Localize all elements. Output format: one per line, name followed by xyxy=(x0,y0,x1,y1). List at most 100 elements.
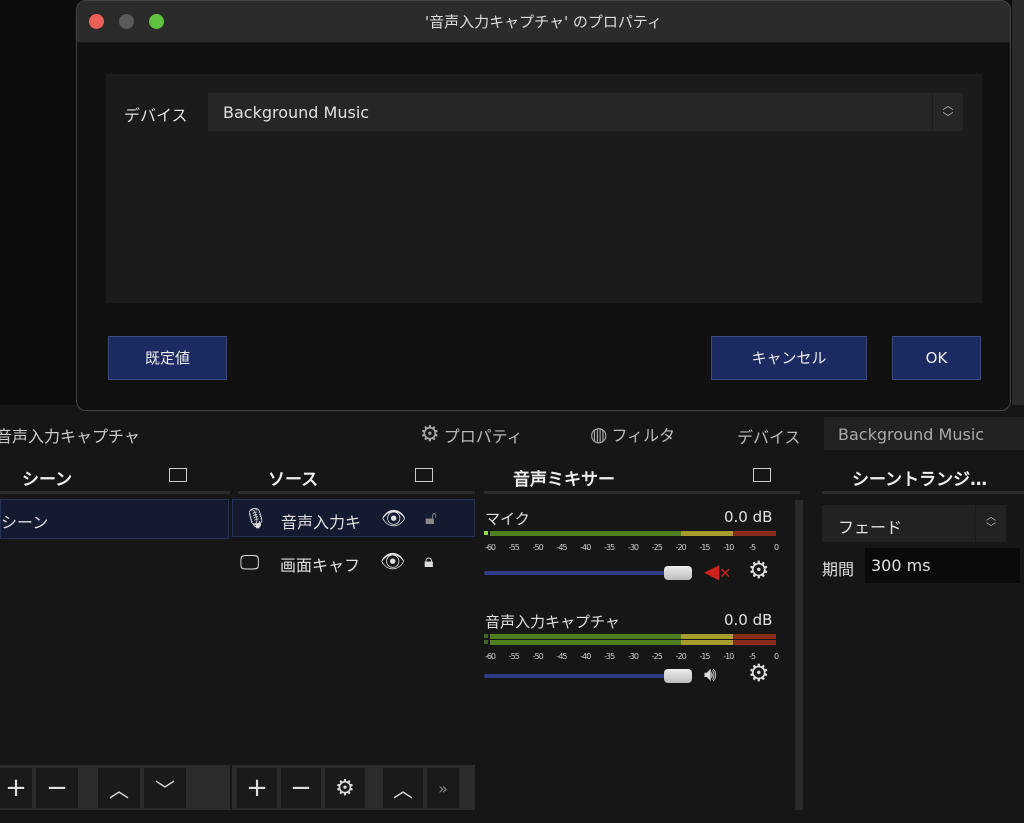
filter-icon: ◍ xyxy=(590,422,608,446)
volume-slider-handle[interactable] xyxy=(664,566,692,580)
meter-tick-label: -40 xyxy=(580,543,591,552)
sources-title: ソース xyxy=(268,470,319,490)
move-scene-up-button[interactable]: ︿ xyxy=(98,768,140,808)
volume-slider-handle[interactable] xyxy=(664,669,692,683)
defaults-button[interactable]: 既定値 xyxy=(108,336,227,380)
dialog-title: '音声入力キャプチャ' のプロパティ xyxy=(425,13,662,31)
selected-source-name: 音声入力キャプチャ xyxy=(0,427,140,446)
meter-tick-label: -60 xyxy=(484,652,496,661)
meter-tick-label: -40 xyxy=(580,652,591,661)
eye-icon[interactable]: 👁︎ xyxy=(381,506,406,530)
remove-source-button[interactable]: − xyxy=(281,768,321,808)
microphone-icon: 🎙︎ xyxy=(243,506,269,530)
source-name: 画面キャフ xyxy=(280,556,361,575)
meter-red-segment xyxy=(733,640,776,645)
volume-slider[interactable] xyxy=(484,674,684,678)
device-label: デバイス xyxy=(124,106,188,125)
source-properties-gear-icon[interactable]: ⚙ xyxy=(325,768,365,808)
add-scene-button[interactable]: + xyxy=(0,768,32,808)
transition-select[interactable]: フェード ︿ ﹀ xyxy=(822,505,1006,542)
meter-red-segment xyxy=(733,531,776,536)
meter-tick-label: -10 xyxy=(723,543,734,552)
meter-tick-label: 0 xyxy=(773,543,779,552)
meter-yellow-segment xyxy=(680,640,734,645)
meter-green-segment xyxy=(490,531,681,536)
updown-chevron-icon: ︿ ﹀ xyxy=(975,505,1006,542)
meter-red-segment xyxy=(733,634,776,639)
mixer-scrollbar[interactable] xyxy=(795,500,803,810)
meter-tick-label: -35 xyxy=(604,543,615,552)
source-item[interactable]: 🖵 画面キャフ 👁︎ 🔒︎ xyxy=(232,543,475,581)
meter-tick-label: -25 xyxy=(651,652,663,661)
source-item[interactable]: 🎙︎ 音声入力キ 👁︎ 🔓︎ xyxy=(232,499,475,537)
peak-indicator xyxy=(484,634,488,638)
meter-tick-label: -30 xyxy=(627,543,639,552)
zoom-window-button[interactable] xyxy=(149,14,164,29)
speaker-icon[interactable]: 🔊︎ xyxy=(704,662,717,686)
properties-button[interactable]: ⚙ プロパティ xyxy=(420,422,523,447)
meter-tick-label: -55 xyxy=(508,652,520,661)
channel-db: 0.0 dB xyxy=(724,611,773,629)
properties-dialog: '音声入力キャプチャ' のプロパティ デバイス Background Music… xyxy=(76,0,1011,411)
close-window-button[interactable] xyxy=(89,14,104,29)
meter-green-segment xyxy=(490,640,681,645)
undock-icon[interactable] xyxy=(169,468,187,482)
properties-panel: デバイス Background Music ︿ ﹀ xyxy=(106,74,982,303)
move-scene-down-button[interactable]: ﹀ xyxy=(144,768,186,808)
meter-tick-label: -15 xyxy=(699,543,710,552)
move-source-up-button[interactable]: ︿ xyxy=(383,768,423,808)
meter-green-segment xyxy=(490,634,681,639)
meter-tick-label: -15 xyxy=(699,652,710,661)
properties-label: プロパティ xyxy=(443,426,523,446)
sources-toolbar: + − ⚙ ︿ » xyxy=(232,765,475,810)
updown-chevron-icon: ︿ ﹀ xyxy=(932,93,963,131)
background-window-edge xyxy=(1012,0,1024,405)
mixer-title: 音声ミキサー xyxy=(513,470,615,490)
peak-indicator xyxy=(484,640,488,644)
minimize-window-button[interactable] xyxy=(119,14,134,29)
channel-db: 0.0 dB xyxy=(724,508,773,526)
add-source-button[interactable]: + xyxy=(237,768,277,808)
transitions-title: シーントランジ… xyxy=(852,470,988,490)
eye-icon[interactable]: 👁︎ xyxy=(380,549,405,573)
undock-icon[interactable] xyxy=(753,468,771,482)
meter-tick-label: -10 xyxy=(723,652,734,661)
more-chevrons-icon[interactable]: » xyxy=(427,768,459,808)
duration-input[interactable]: 300 ms xyxy=(865,548,1020,583)
volume-slider[interactable] xyxy=(484,571,684,575)
meter-tick-label: -45 xyxy=(556,652,567,661)
locked-icon[interactable]: 🔒︎ xyxy=(424,551,434,572)
meter-tick-label: 0 xyxy=(773,652,779,661)
duration-label: 期間 xyxy=(822,560,855,579)
meter-tick-label: -50 xyxy=(532,652,544,661)
meter-tick-label: -55 xyxy=(508,543,520,552)
meter-tick-label: -20 xyxy=(675,543,687,552)
filters-button[interactable]: ◍ フィルタ xyxy=(590,422,675,446)
device-select[interactable]: Background Music ︿ ﹀ xyxy=(208,93,963,131)
unlocked-icon[interactable]: 🔓︎ xyxy=(425,508,437,529)
meter-yellow-segment xyxy=(680,531,734,536)
scenes-toolbar: + − ︿ ﹀ xyxy=(0,765,230,810)
meter-tick-label: -35 xyxy=(604,652,615,661)
meter-tick-label: -5 xyxy=(749,543,756,552)
transition-value: フェード xyxy=(838,518,903,537)
monitor-icon: 🖵 xyxy=(240,550,260,574)
filters-label: フィルタ xyxy=(611,426,676,445)
channel-settings-gear-icon[interactable]: ⚙ xyxy=(748,556,770,584)
duration-value: 300 ms xyxy=(871,556,931,575)
context-device-label: デバイス xyxy=(737,428,801,447)
undock-icon[interactable] xyxy=(415,468,433,482)
device-select-value: Background Music xyxy=(223,103,370,122)
channel-settings-gear-icon[interactable]: ⚙ xyxy=(748,659,770,687)
ok-button[interactable]: OK xyxy=(892,336,981,380)
scene-item-label: シーン xyxy=(1,513,49,532)
dialog-titlebar: '音声入力キャプチャ' のプロパティ xyxy=(77,1,1010,43)
meter-tick-label: -50 xyxy=(532,543,544,552)
remove-scene-button[interactable]: − xyxy=(36,768,78,808)
meter-yellow-segment xyxy=(680,634,734,639)
scene-item[interactable]: シーン xyxy=(0,499,229,539)
cancel-button[interactable]: キャンセル xyxy=(711,336,867,380)
context-device-select[interactable]: Background Music xyxy=(824,417,1024,450)
meter-tick-label: -20 xyxy=(675,652,687,661)
muted-speaker-icon[interactable]: ◀✕ xyxy=(704,559,731,583)
